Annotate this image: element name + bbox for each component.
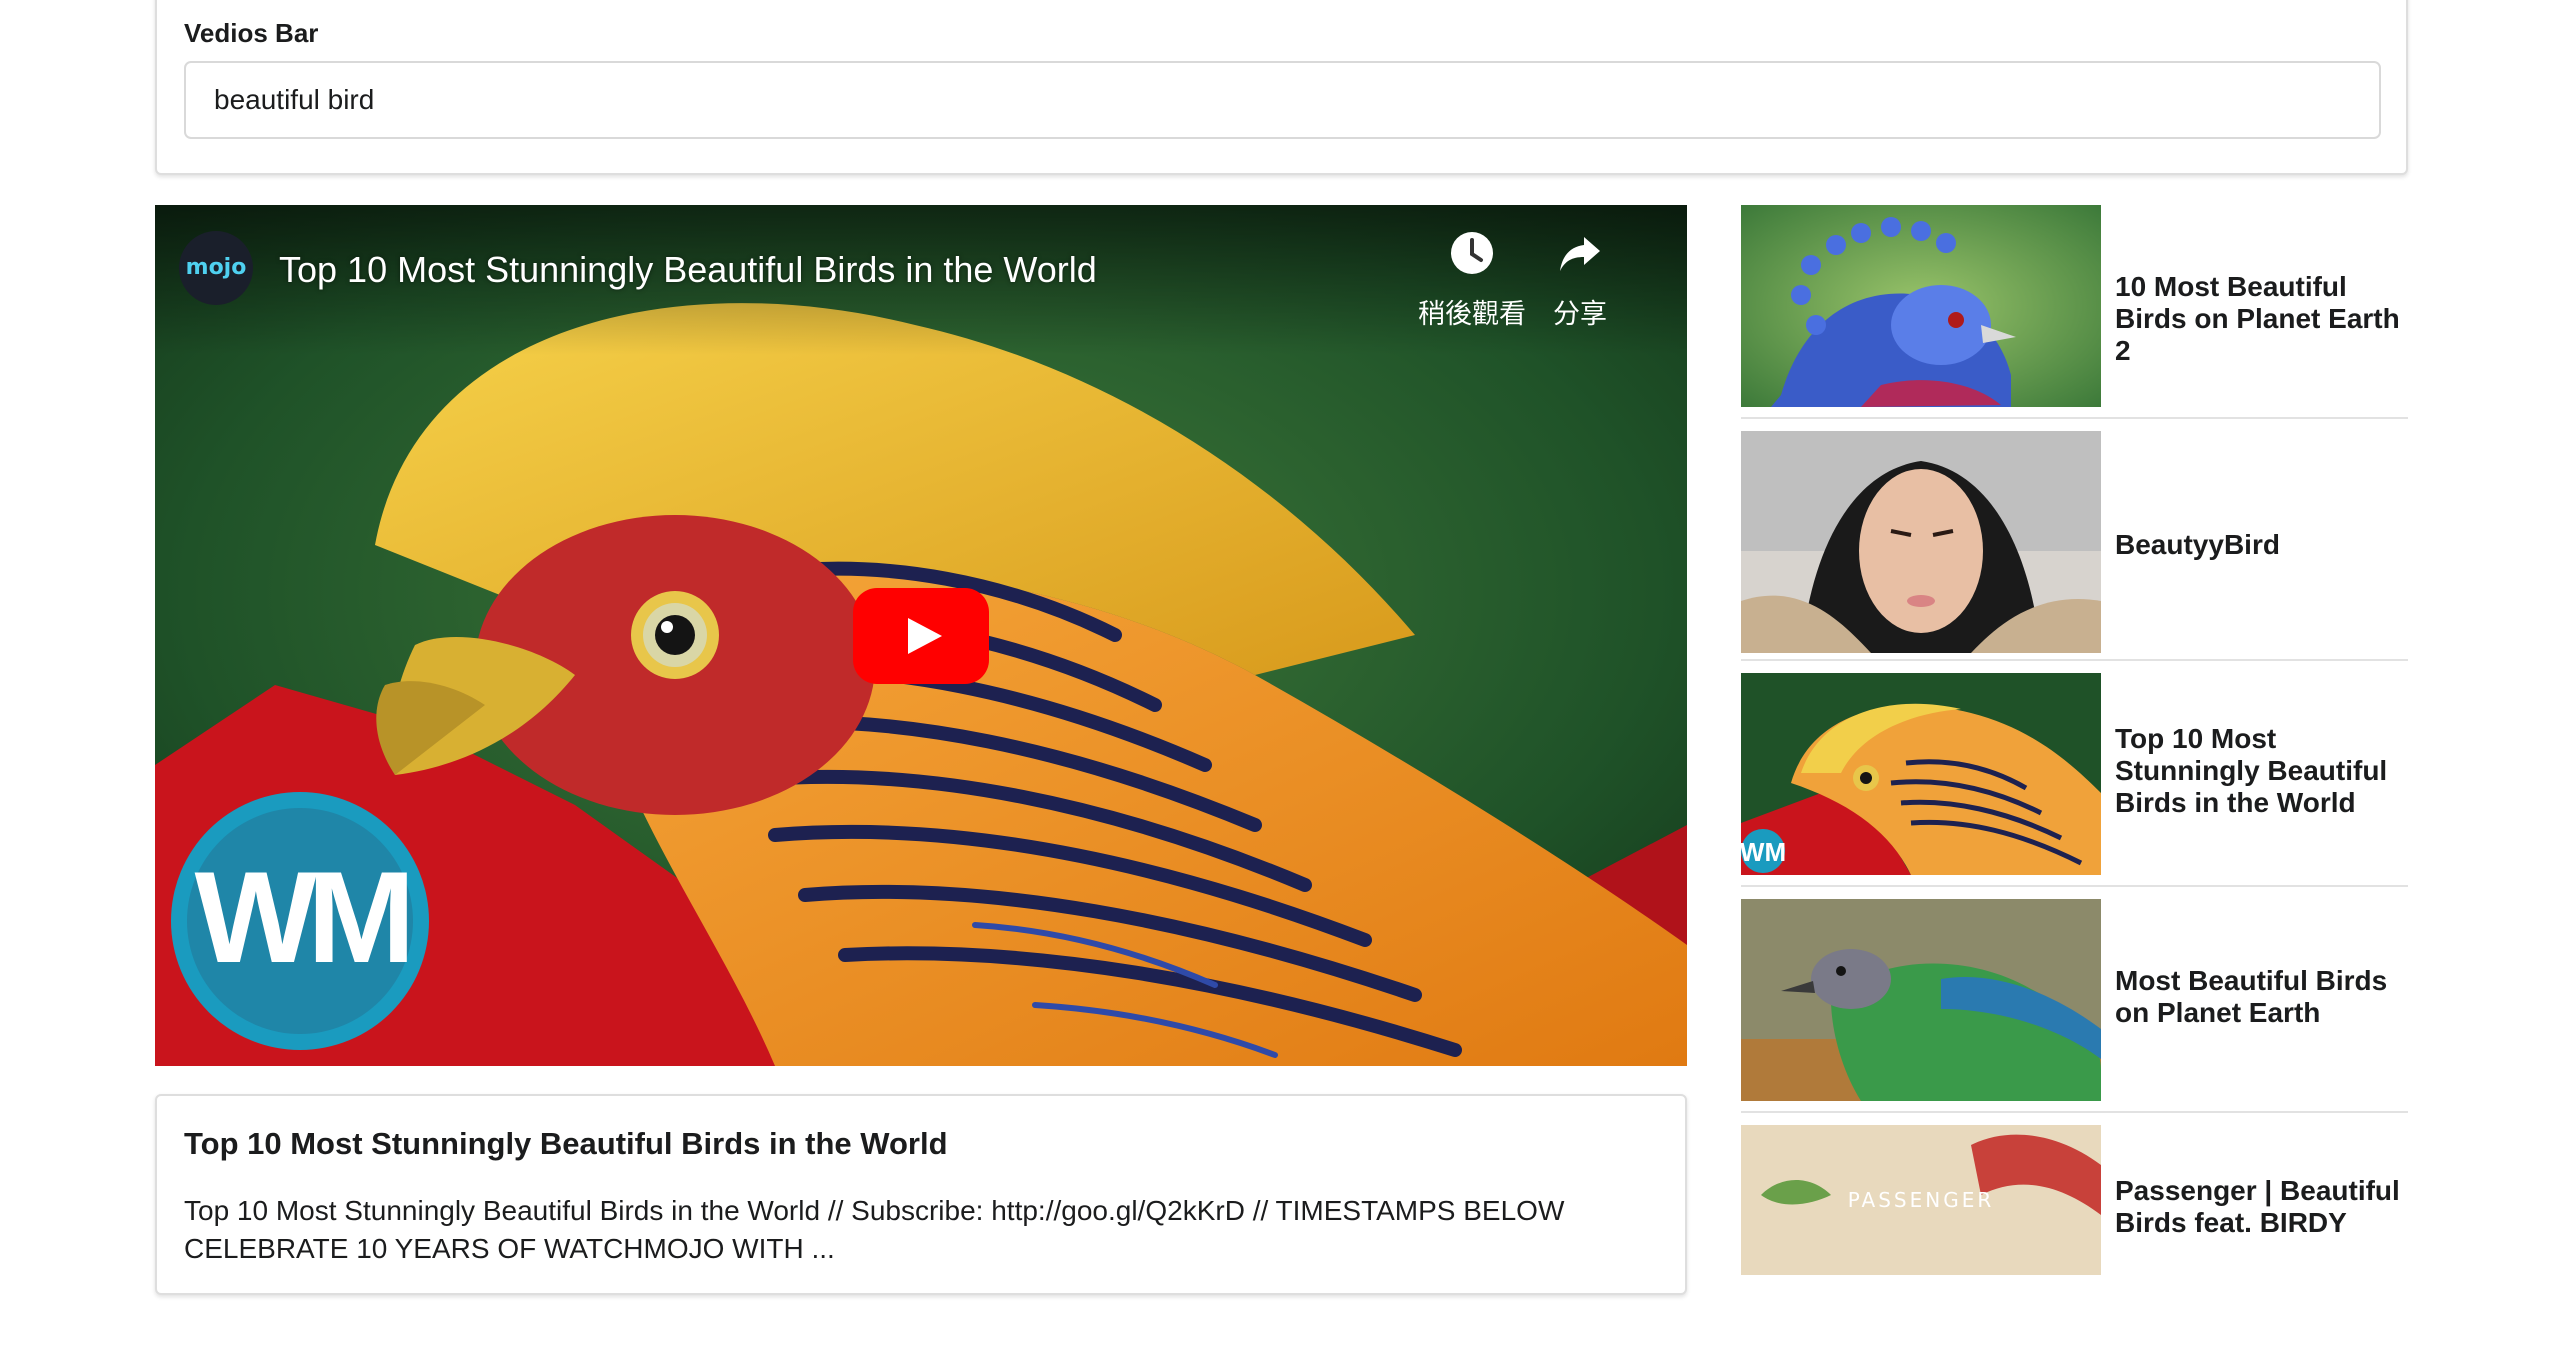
- video-player[interactable]: mojo Top 10 Most Stunningly Beautiful Bi…: [155, 205, 1687, 1066]
- video-list: 10 Most Beautiful Birds on Planet Earth …: [1741, 205, 2408, 1275]
- svg-text:WM: WM: [1741, 837, 1786, 867]
- video-description-card: Top 10 Most Stunningly Beautiful Birds i…: [155, 1094, 1687, 1295]
- play-button[interactable]: [853, 588, 989, 684]
- video-title: Top 10 Most Stunningly Beautiful Birds i…: [184, 1126, 948, 1161]
- share-label: 分享: [1553, 299, 1607, 330]
- video-list-title: 10 Most Beautiful Birds on Planet Earth …: [2115, 271, 2400, 366]
- video-list-item[interactable]: PASSENGER Passenger | Beautiful Birds fe…: [1741, 1125, 2408, 1275]
- video-list-title: BeautyyBird: [2115, 529, 2280, 560]
- watch-later-label: 稍後觀看: [1418, 299, 1526, 330]
- video-list-item[interactable]: Most Beautiful Birds on Planet Earth: [1741, 899, 2408, 1113]
- video-list-item[interactable]: BeautyyBird: [1741, 431, 2408, 661]
- search-label: Vedios Bar: [184, 18, 319, 48]
- svg-text:PASSENGER: PASSENGER: [1848, 1188, 1994, 1212]
- video-list-title: Passenger | Beautiful Birds feat. BIRDY: [2115, 1175, 2400, 1238]
- clock-icon: [1451, 232, 1493, 274]
- share-button[interactable]: 分享: [1553, 229, 1607, 331]
- player-title[interactable]: Top 10 Most Stunningly Beautiful Birds i…: [279, 249, 1097, 291]
- video-thumbnail: WM: [1741, 673, 2101, 875]
- channel-avatar[interactable]: mojo: [179, 231, 253, 305]
- video-thumbnail: PASSENGER: [1741, 1125, 2101, 1275]
- search-card: Vedios Bar: [155, 0, 2408, 175]
- video-thumbnail: [1741, 205, 2101, 407]
- watchmojo-logo: WM: [171, 792, 429, 1050]
- share-arrow-icon: [1560, 237, 1600, 271]
- svg-text:WM: WM: [195, 844, 408, 990]
- search-input[interactable]: [184, 61, 2381, 139]
- video-list-title: Most Beautiful Birds on Planet Earth: [2115, 965, 2388, 1028]
- video-thumbnail: [1741, 431, 2101, 653]
- watch-later-button[interactable]: 稍後觀看: [1418, 229, 1526, 331]
- video-thumbnail: [1741, 899, 2101, 1101]
- video-list-title: Top 10 Most Stunningly Beautiful Birds i…: [2115, 723, 2388, 818]
- video-list-item[interactable]: 10 Most Beautiful Birds on Planet Earth …: [1741, 205, 2408, 419]
- video-list-item[interactable]: WM Top 10 Most Stunningly Beautiful Bird…: [1741, 673, 2408, 887]
- video-description: Top 10 Most Stunningly Beautiful Birds i…: [184, 1195, 1565, 1264]
